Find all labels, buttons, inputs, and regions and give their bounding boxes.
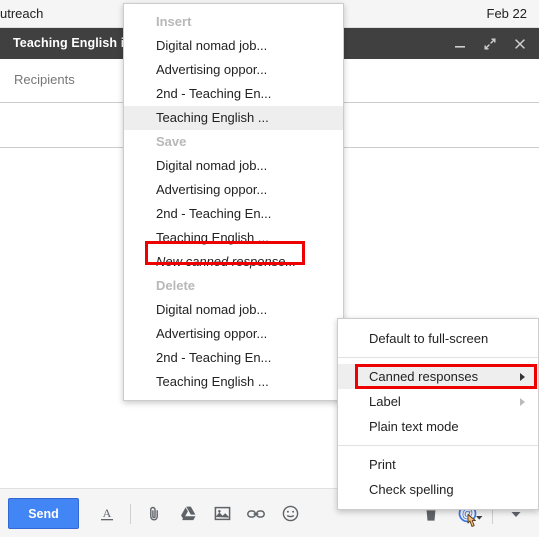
toolbar-left-icons: A <box>90 489 307 538</box>
menu-item-print[interactable]: Print <box>338 452 538 477</box>
insert-drive-button[interactable] <box>171 497 205 531</box>
menu-section-delete: Delete <box>156 278 196 293</box>
menu-section-insert: Insert <box>156 14 192 29</box>
toolbar-divider <box>130 503 131 524</box>
chevron-right-icon-dim <box>520 397 525 406</box>
window-controls <box>451 28 529 59</box>
menu-item-new-canned-response[interactable]: New canned response... <box>124 250 343 274</box>
caret-down-icon <box>476 515 483 520</box>
menu-item-save-advertising[interactable]: Advertising oppor... <box>124 178 343 202</box>
close-button[interactable] <box>511 35 529 53</box>
menu-item-insert-teaching-english[interactable]: Teaching English ... <box>124 106 343 130</box>
mail-list-subject: utreach <box>0 6 44 21</box>
formatting-options-button[interactable]: A <box>90 497 124 531</box>
menu-item-save-digital-nomad[interactable]: Digital nomad job... <box>124 154 343 178</box>
menu-item-label-text: Label <box>369 394 401 409</box>
menu-item-label[interactable]: Label <box>338 389 538 414</box>
fullscreen-button[interactable] <box>481 35 499 53</box>
attach-files-button[interactable] <box>137 497 171 531</box>
svg-text:@: @ <box>461 509 473 521</box>
more-options-menu: Default to full-screen Canned responses … <box>337 318 539 510</box>
insert-link-button[interactable] <box>239 497 273 531</box>
canned-responses-menu: Insert Digital nomad job... Advertising … <box>123 3 344 401</box>
menu-item-insert-digital-nomad[interactable]: Digital nomad job... <box>124 34 343 58</box>
menu-item-insert-2nd-teaching[interactable]: 2nd - Teaching En... <box>124 82 343 106</box>
menu-item-delete-digital-nomad[interactable]: Digital nomad job... <box>124 298 343 322</box>
menu-item-check-spelling[interactable]: Check spelling <box>338 477 538 502</box>
menu-item-delete-teaching-english[interactable]: Teaching English ... <box>124 370 343 394</box>
recipients-placeholder: Recipients <box>14 72 75 87</box>
menu-item-plain-text-mode[interactable]: Plain text mode <box>338 414 538 439</box>
menu-item-save-2nd-teaching[interactable]: 2nd - Teaching En... <box>124 202 343 226</box>
menu-item-canned-responses[interactable]: Canned responses <box>338 364 538 389</box>
send-button[interactable]: Send <box>8 498 79 529</box>
menu-section-save: Save <box>156 134 187 149</box>
mail-list-date: Feb 22 <box>486 6 527 21</box>
menu-item-save-teaching-english[interactable]: Teaching English ... <box>124 226 343 250</box>
menu-item-default-to-full-screen[interactable]: Default to full-screen <box>338 326 538 351</box>
menu-separator-2 <box>338 445 538 446</box>
menu-item-canned-responses-label: Canned responses <box>369 369 479 384</box>
chevron-right-icon <box>520 372 525 381</box>
menu-item-delete-advertising[interactable]: Advertising oppor... <box>124 322 343 346</box>
insert-photo-button[interactable] <box>205 497 239 531</box>
menu-item-delete-2nd-teaching[interactable]: 2nd - Teaching En... <box>124 346 343 370</box>
svg-text:A: A <box>103 506 112 520</box>
insert-emoji-button[interactable] <box>273 497 307 531</box>
menu-separator-1 <box>338 357 538 358</box>
compose-title: Teaching English in <box>13 36 133 50</box>
minimize-button[interactable] <box>451 35 469 53</box>
menu-item-insert-advertising[interactable]: Advertising oppor... <box>124 58 343 82</box>
